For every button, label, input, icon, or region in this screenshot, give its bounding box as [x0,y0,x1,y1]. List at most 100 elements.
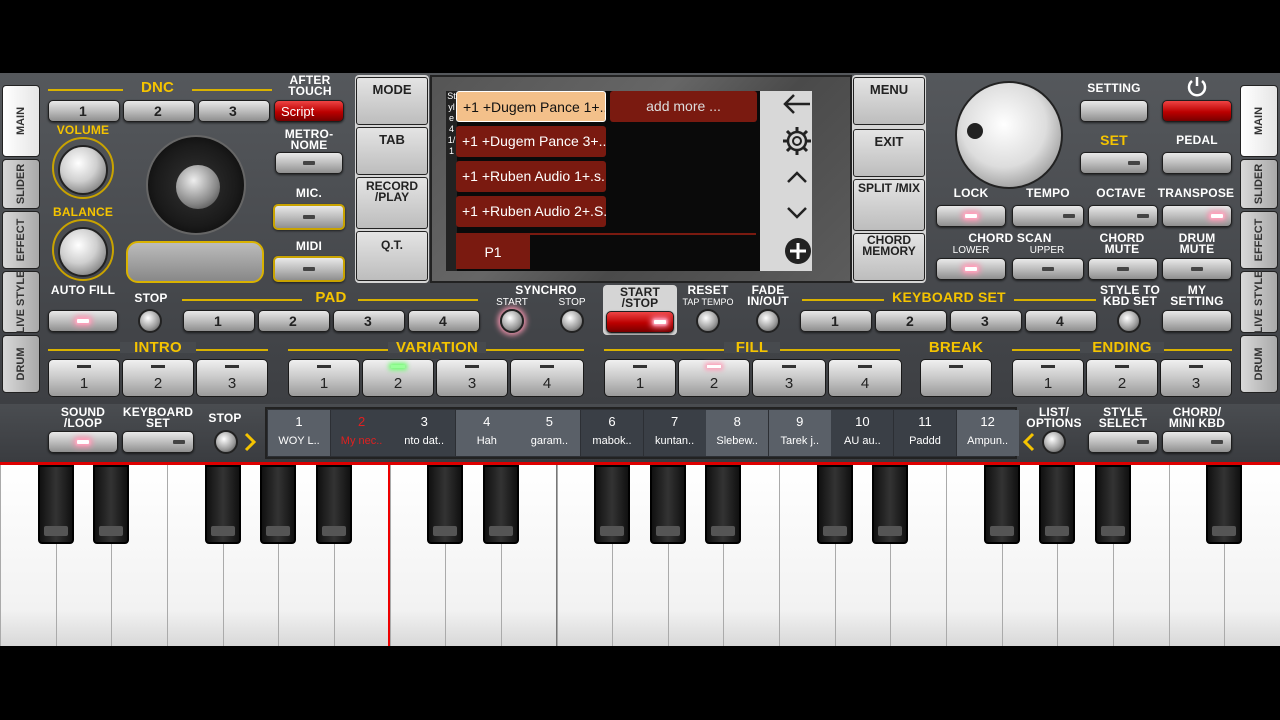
kbd-set-row4-button[interactable] [122,431,194,453]
side-tab-drum-left[interactable]: DRUM [2,335,40,393]
fill-button-4[interactable]: 4 [828,359,902,397]
fill-button-2[interactable]: 2 [678,359,750,397]
synchro-start-button[interactable] [500,309,524,333]
black-key[interactable] [482,465,519,544]
setting-button[interactable] [1080,100,1148,122]
joystick-ball[interactable] [176,165,220,209]
chord-scan-lower-button[interactable] [936,258,1006,280]
synchro-stop-button[interactable] [560,309,584,333]
dnc-button-1[interactable]: 1 [48,100,120,122]
mode-button[interactable]: MODE [356,77,428,125]
sound-loop-button[interactable] [48,431,118,453]
kbd-set-button-3[interactable]: 3 [950,310,1022,332]
list-options-button[interactable] [1042,430,1066,454]
black-key[interactable] [1095,465,1131,544]
joystick-base[interactable] [146,135,246,235]
chord-memory-button[interactable]: CHORD MEMORY [853,233,925,281]
drum-mute-button[interactable] [1162,258,1232,280]
menu-button[interactable]: MENU [853,77,925,125]
black-key[interactable] [315,465,352,544]
chevron-left-icon[interactable] [1022,432,1036,452]
split-point-marker[interactable] [388,465,390,646]
set-button[interactable] [1080,152,1148,174]
intro-button-2[interactable]: 2 [122,359,194,397]
black-key[interactable] [427,465,464,544]
chord-scan-upper-button[interactable] [1012,258,1084,280]
midi-button[interactable] [273,256,345,282]
pad-button-4[interactable]: 4 [408,310,480,332]
ending-button-1[interactable]: 1 [1012,359,1084,397]
song-slot-3[interactable]: 3 nto dat.. [393,410,456,456]
song-slot-1[interactable]: 1 WOY L.. [268,410,330,456]
side-tab-drum-right[interactable]: DRUM [1240,335,1278,393]
pad-stop-button[interactable] [138,309,162,333]
black-key[interactable] [594,465,631,544]
lock-button[interactable] [936,205,1006,227]
back-arrow-icon[interactable] [780,91,814,117]
tab-button[interactable]: TAB [356,127,428,175]
song-slot-12[interactable]: 12 Ampun.. [956,410,1019,456]
black-key[interactable] [37,465,74,544]
black-key[interactable] [705,465,742,544]
side-tab-main-right[interactable]: MAIN [1240,85,1278,157]
pad-button-3[interactable]: 3 [333,310,405,332]
break-button[interactable] [920,359,992,397]
gear-icon[interactable] [781,125,813,157]
style-row-4[interactable]: +1 +Ruben Audio 2+.S.. [456,196,606,227]
intro-button-1[interactable]: 1 [48,359,120,397]
black-key[interactable] [260,465,297,544]
song-slot-5[interactable]: 5 garam.. [518,410,581,456]
black-key[interactable] [204,465,241,544]
side-tab-slider-left[interactable]: SLIDER [2,159,40,209]
black-key[interactable] [872,465,909,544]
metronome-button[interactable] [275,152,343,174]
tempo-button[interactable] [1012,205,1084,227]
add-more-button[interactable]: add more ... [610,91,757,122]
intro-button-3[interactable]: 3 [196,359,268,397]
exit-button[interactable]: EXIT [853,129,925,177]
chevron-down-icon[interactable] [786,205,808,221]
script-button[interactable]: Script [274,100,344,122]
song-slot-2[interactable]: 2 My nec.. [330,410,393,456]
chevron-right-icon[interactable] [243,432,257,452]
record-play-button[interactable]: RECORD /PLAY [356,177,428,229]
black-key[interactable] [816,465,853,544]
dnc-button-2[interactable]: 2 [123,100,195,122]
chord-mute-button[interactable] [1088,258,1158,280]
add-circle-icon[interactable] [783,236,813,266]
black-key[interactable] [983,465,1020,544]
song-slot-4[interactable]: 4 Hah [455,410,518,456]
balance-knob[interactable] [58,227,108,277]
song-stop-button[interactable] [214,430,238,454]
fade-button[interactable] [756,309,780,333]
pedal-button[interactable] [1162,152,1232,174]
side-tab-main-left[interactable]: MAIN [2,85,40,157]
auto-fill-button[interactable] [48,310,118,332]
split-mix-button[interactable]: SPLIT /MIX [853,179,925,231]
pad-button-1[interactable]: 1 [183,310,255,332]
side-tab-slider-right[interactable]: SLIDER [1240,159,1278,209]
style-row-3[interactable]: +1 +Ruben Audio 1+.s.. [456,161,606,192]
song-slot-10[interactable]: 10 AU au.. [831,410,894,456]
variation-button-2[interactable]: 2 [362,359,434,397]
octave-button[interactable] [1088,205,1158,227]
side-tab-livestyle-left[interactable]: LIVE STYLE [2,271,40,333]
chevron-up-icon[interactable] [786,169,808,185]
black-key[interactable] [649,465,686,544]
start-stop-button[interactable] [606,311,674,333]
style-to-kbd-button[interactable] [1117,309,1141,333]
song-slot-7[interactable]: 7 kuntan.. [643,410,706,456]
black-key[interactable] [1039,465,1076,544]
side-tab-effect-right[interactable]: EFFECT [1240,211,1278,269]
kbd-set-button-4[interactable]: 4 [1025,310,1097,332]
dnc-button-3[interactable]: 3 [198,100,270,122]
black-key[interactable] [1206,465,1243,544]
power-button[interactable] [1162,100,1232,122]
style-row-2[interactable]: +1 +Dugem Pance 3+... [456,126,606,157]
song-slot-8[interactable]: 8 Slebew.. [706,410,769,456]
pad-button-2[interactable]: 2 [258,310,330,332]
page-indicator[interactable]: P1 [456,235,530,269]
variation-button-4[interactable]: 4 [510,359,584,397]
variation-button-1[interactable]: 1 [288,359,360,397]
fill-button-1[interactable]: 1 [604,359,676,397]
